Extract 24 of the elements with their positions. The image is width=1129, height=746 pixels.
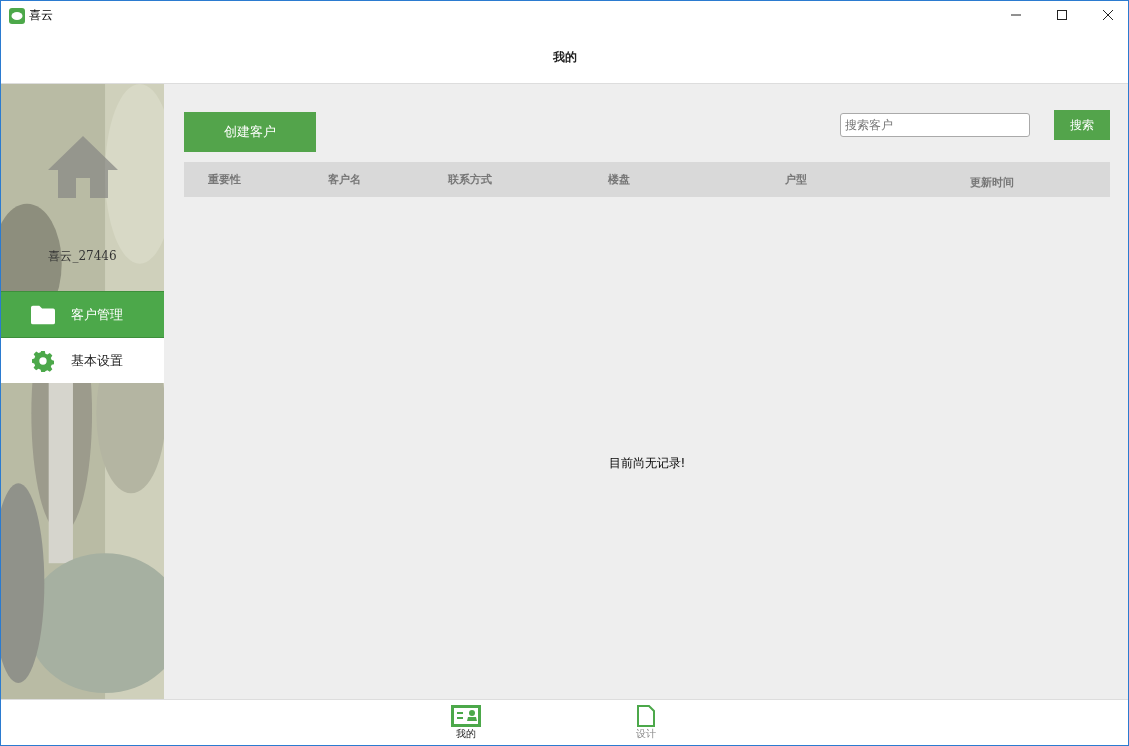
column-header: 联系方式 xyxy=(448,172,493,187)
nav-item[interactable]: 基本设置 xyxy=(1,338,164,383)
create-customer-button[interactable]: 创建客户 xyxy=(184,112,316,152)
search-field[interactable]: 搜索客户 xyxy=(840,113,1030,137)
gear-icon xyxy=(31,349,55,372)
column-header: 户型 xyxy=(785,172,808,187)
page-heading: 我的 xyxy=(551,49,578,66)
nav-item[interactable]: 客户管理 xyxy=(1,291,164,338)
close-icon[interactable] xyxy=(1102,9,1114,21)
app-icon xyxy=(9,7,25,24)
column-header: 更新时间 xyxy=(970,175,1015,190)
home-icon xyxy=(47,136,118,198)
maximize-icon[interactable] xyxy=(1056,9,1068,21)
user-name: 喜云_27446 xyxy=(48,248,117,265)
contact-card-icon xyxy=(451,705,481,727)
column-header: 客户名 xyxy=(328,172,362,187)
column-header: 重要性 xyxy=(208,172,242,187)
bottom-tab[interactable]: 设计 xyxy=(626,700,666,745)
folder-icon xyxy=(31,303,55,326)
search-button[interactable]: 搜索 xyxy=(1054,110,1110,140)
window-title: 喜云 xyxy=(29,7,53,24)
bottom-tab[interactable]: 我的 xyxy=(446,700,486,745)
column-header: 楼盘 xyxy=(608,172,631,187)
empty-message: 目前尚无记录! xyxy=(608,454,686,472)
